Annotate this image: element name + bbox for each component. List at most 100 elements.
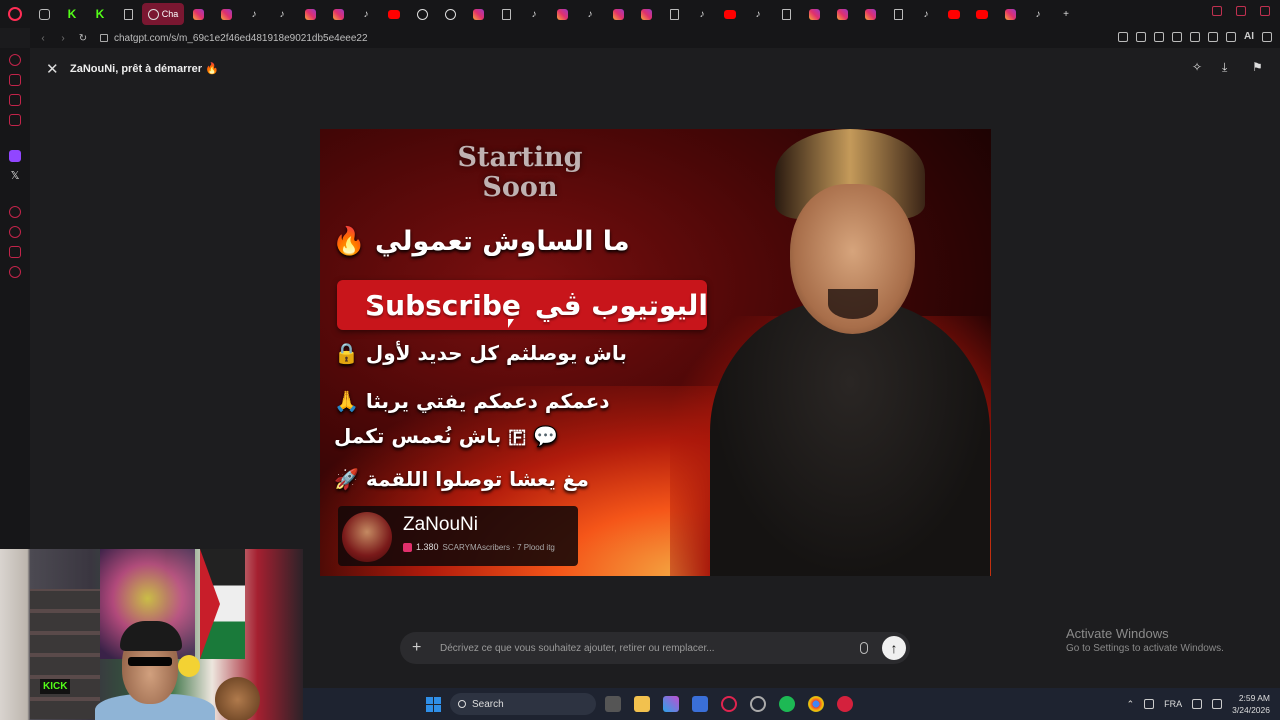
send-button[interactable]: ↑ [882,636,906,660]
tab-tiktok[interactable]: ♪ [240,3,268,25]
search-tabs-icon[interactable] [1212,6,1222,16]
opera-icon[interactable] [721,696,737,712]
tab-doc[interactable] [660,3,688,25]
tab-doc[interactable] [492,3,520,25]
news-icon[interactable] [9,114,21,126]
tab-instagram[interactable] [828,3,856,25]
tab-instagram[interactable] [632,3,660,25]
back-icon[interactable]: ‹ [36,33,50,44]
download-icon[interactable] [1226,31,1236,42]
tab-tiktok[interactable]: ♪ [688,3,716,25]
network-icon[interactable] [1192,699,1203,709]
tab-kick-1[interactable]: K [58,3,86,25]
kick-icon: K [95,7,105,21]
x-twitter-icon[interactable]: 𝕏 [11,170,20,182]
file-explorer-icon[interactable] [634,696,650,712]
tab-chatgpt[interactable] [436,3,464,25]
store-icon[interactable] [692,696,708,712]
tab-instagram[interactable] [184,3,212,25]
tab-instagram[interactable] [604,3,632,25]
settings-icon[interactable] [9,266,21,278]
spotify-icon[interactable] [779,696,795,712]
goal-line: مغ يعشا توصلوا اللقمة 🚀 [334,467,589,491]
tab-instagram[interactable] [800,3,828,25]
tab-youtube[interactable] [380,3,408,25]
obs-icon[interactable] [750,696,766,712]
tab-tiktok[interactable]: ♪ [576,3,604,25]
microphone-icon[interactable] [860,642,868,654]
bag-icon[interactable] [9,74,21,86]
instagram-icon [192,8,204,20]
instagram-icon [304,8,316,20]
maximize-icon[interactable] [1260,6,1270,16]
tab-tiktok[interactable]: ♪ [352,3,380,25]
mouse-cursor-icon [508,319,514,328]
subscriber-count: 1.380 [416,542,439,552]
shield-icon[interactable] [1154,31,1164,42]
tab-instagram[interactable] [548,3,576,25]
tab-instagram[interactable] [296,3,324,25]
language-indicator[interactable]: FRA [1164,699,1182,709]
taskbar-search[interactable]: Search [450,693,596,715]
download-icon[interactable]: ⤓ [1222,61,1234,73]
instagram-icon [220,8,232,20]
new-tab-button[interactable]: + [1052,3,1080,25]
tab-youtube[interactable] [716,3,744,25]
close-icon[interactable]: ✕ [46,60,59,78]
forward-icon[interactable]: › [56,33,70,44]
subscribe-banner: Subscribe اليوتيوب ڤي [337,280,708,330]
opera-logo-icon[interactable] [8,7,22,21]
pin-icon[interactable] [1118,31,1128,42]
tab-tiktok[interactable]: ♪ [1024,3,1052,25]
watermark-title: Activate Windows [1066,626,1169,641]
tab-instagram[interactable] [212,3,240,25]
tab-doc[interactable] [772,3,800,25]
copilot-icon[interactable] [663,696,679,712]
tab-youtube[interactable] [940,3,968,25]
tab-instagram[interactable] [996,3,1024,25]
edit-sparkle-icon[interactable]: ✧ [1192,61,1204,73]
edit-prompt-input[interactable] [440,642,860,654]
tab-instagram[interactable] [856,3,884,25]
capcut-icon[interactable] [837,696,853,712]
chrome-icon[interactable] [808,696,824,712]
aria-icon[interactable] [9,54,21,66]
ai-button[interactable]: AI [1244,31,1254,42]
profile-icon[interactable] [1208,31,1218,42]
task-view-icon[interactable] [605,696,621,712]
tab-tiktok[interactable]: ♪ [744,3,772,25]
tab-chatgpt-active[interactable]: Cha [142,3,184,25]
tab-kick-2[interactable]: K [86,3,114,25]
menu-icon[interactable] [1262,31,1272,42]
player-icon[interactable] [9,206,21,218]
minimize-icon[interactable] [1236,6,1246,16]
tab-doc[interactable] [884,3,912,25]
messenger-icon[interactable] [9,94,21,106]
tab-chatgpt[interactable] [408,3,436,25]
play-icon[interactable] [1172,31,1182,42]
reload-icon[interactable]: ↻ [76,33,90,44]
tab-doc[interactable] [114,3,142,25]
pikachu-plush [178,655,200,677]
tab-instagram[interactable] [464,3,492,25]
twitch-icon[interactable] [9,150,21,162]
add-attachment-icon[interactable]: + [412,639,430,657]
windows-start-icon[interactable] [426,697,441,712]
tab-youtube[interactable] [968,3,996,25]
clock[interactable]: 2:59 AM 3/24/2026 [1232,692,1270,716]
heart-icon[interactable] [1190,31,1200,42]
instagram-icon [472,8,484,20]
history-icon[interactable] [9,226,21,238]
tab-instagram[interactable] [324,3,352,25]
url-field[interactable]: chatgpt.com/s/m_69c1e2f46ed481918e9021db… [114,33,368,44]
flag-icon[interactable]: ⚑ [1252,61,1264,73]
tab-tiktok[interactable]: ♪ [912,3,940,25]
extensions-icon[interactable] [9,246,21,258]
snapshot-icon[interactable] [1136,31,1146,42]
tab-tiktok[interactable]: ♪ [268,3,296,25]
volume-icon[interactable] [1212,699,1223,709]
tab-tiktok[interactable]: ♪ [520,3,548,25]
chevron-up-icon[interactable]: ⌃ [1127,699,1135,710]
tab-gallery[interactable] [30,3,58,25]
microphone-icon[interactable] [1144,699,1155,709]
